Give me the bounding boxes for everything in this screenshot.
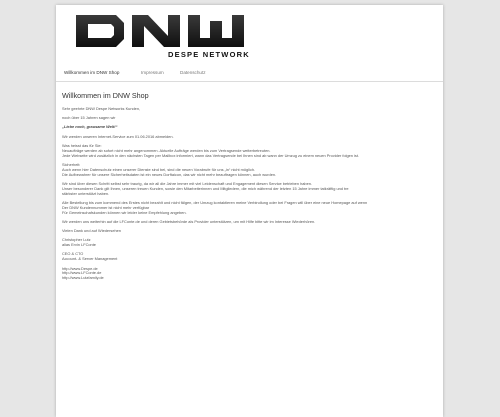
text-line: Wir werden uns weiterhin auf die LFConte… <box>62 219 316 224</box>
text-line: Die Aufbewahrer für unsere Sicherheitsda… <box>62 172 277 177</box>
nav-item-datenschutz[interactable]: Datenschutz <box>180 70 206 75</box>
logo-subtitle: DESPE NETWORKS <box>168 50 250 59</box>
text-line: Für Gemeinschafskunden können wir leider… <box>62 210 187 215</box>
content-paragraph: Wir werden unseren Internet-Service zum … <box>62 135 434 140</box>
content-paragraph: Christopher Lutz alias Ervin LFConte <box>62 238 434 248</box>
text-line: Sehr geehrte DNW Despe Networks Kunden, <box>62 107 141 111</box>
text-line: noch über 15 Jahren sagen wir <box>62 116 116 121</box>
text-line: Wir werden unseren Internet-Service zum … <box>62 134 174 139</box>
content-paragraph: Alle Bestellung bis zum kommend des Erst… <box>62 201 434 216</box>
content-paragraph: Vielen Dank und auf Wiedersehen <box>62 229 434 234</box>
text-line: alias Ervin LFConte <box>62 243 96 248</box>
text-line: „Liebe noch, grausame Welt!“ <box>62 125 118 130</box>
external-link[interactable]: http://www.Lutzfamily.de <box>62 276 434 281</box>
text-line: stärkster unterstützt haben. <box>62 191 110 196</box>
text-line: Account- & Server Management <box>62 257 118 262</box>
content-paragraph: Wir werden uns weiterhin auf die LFConte… <box>62 220 434 225</box>
nav-item-impressum[interactable]: Impressum <box>141 70 164 75</box>
text-line: Vielen Dank und auf Wiedersehen <box>62 229 121 234</box>
content-paragraph: Sicherheit: Auch wenn hier Datenschutz ei… <box>62 163 434 178</box>
content-paragraph: „Liebe noch, grausame Welt!“ <box>62 125 434 130</box>
page-title: Willkommen im DNW Shop <box>62 91 149 100</box>
content-paragraph: CEO & CTO Account- & Server Management <box>62 252 434 262</box>
content-paragraph: noch über 15 Jahren sagen wir <box>62 116 434 121</box>
content-paragraph: Sehr geehrte DNW Despe Networks Kunden, <box>62 107 434 112</box>
site-header: DESPE NETWORKS <box>56 5 443 63</box>
page-container: DESPE NETWORKS Willkommen im DNW Shop Im… <box>56 5 443 417</box>
main-content: Willkommen im DNW Shop Sehr geehrte DNW … <box>62 91 434 286</box>
content-paragraph: http://www.Despe.de http://www.LFConte.de… <box>62 267 434 282</box>
main-navigation: Willkommen im DNW Shop Impressum Datensc… <box>56 68 443 82</box>
content-paragraph: Was heisst das für Sie: Neuaufträge werde… <box>62 144 434 159</box>
site-logo[interactable]: DESPE NETWORKS <box>74 13 255 64</box>
content-paragraph: Wir sind über diesen Schritt selbst sehr… <box>62 182 434 197</box>
text-line: Jede Webseite wird zusätzlich in den näc… <box>62 153 360 158</box>
content-paragraphs: Sehr geehrte DNW Despe Networks Kunden, n… <box>62 107 434 281</box>
nav-item-home[interactable]: Willkommen im DNW Shop <box>64 70 119 75</box>
